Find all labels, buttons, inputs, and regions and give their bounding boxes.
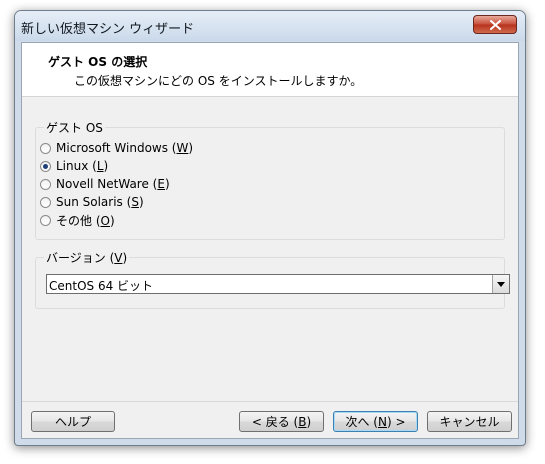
- button-separator: [22, 401, 518, 402]
- page-subtitle: この仮想マシンにどの OS をインストールしますか。: [74, 74, 363, 88]
- radio-label: Microsoft Windows (W): [56, 141, 194, 155]
- help-button[interactable]: ヘルプ: [31, 411, 115, 432]
- radio-button-selected[interactable]: [40, 160, 51, 172]
- page-title: ゲスト OS の選択: [48, 55, 148, 69]
- version-select-value: CentOS 64 ビット: [49, 279, 154, 293]
- wizard-header: ゲスト OS の選択 この仮想マシンにどの OS をインストールしますか。: [22, 43, 518, 97]
- chevron-down-icon: [497, 281, 505, 287]
- radio-button[interactable]: [40, 196, 51, 208]
- radio-label: Novell NetWare (E): [56, 177, 170, 191]
- close-button[interactable]: [473, 15, 517, 34]
- window-title: 新しい仮想マシン ウィザード: [21, 22, 195, 37]
- radio-button[interactable]: [40, 214, 51, 226]
- help-button-label: ヘルプ: [54, 415, 91, 429]
- cancel-button[interactable]: キャンセル: [427, 411, 512, 432]
- close-icon: [489, 19, 501, 30]
- next-button-label: 次へ (N) >: [345, 415, 406, 429]
- radio-button[interactable]: [40, 142, 51, 154]
- radio-label: Linux (L): [56, 159, 109, 173]
- radio-label: その他 (O): [56, 213, 115, 228]
- radio-other[interactable]: その他 (O): [40, 212, 115, 228]
- radio-label: Sun Solaris (S): [56, 195, 144, 209]
- radio-sun-solaris[interactable]: Sun Solaris (S): [40, 194, 144, 210]
- dialog-client: ゲスト OS の選択 この仮想マシンにどの OS をインストールしますか。 ゲス…: [21, 42, 519, 439]
- back-button-label: < 戻る (B): [251, 415, 312, 429]
- next-button[interactable]: 次へ (N) >: [333, 411, 418, 432]
- version-group: バージョン (V) CentOS 64 ビット: [35, 249, 510, 309]
- guest-os-group-label: ゲスト OS: [44, 119, 105, 136]
- radio-button[interactable]: [40, 178, 51, 190]
- version-select[interactable]: CentOS 64 ビット: [46, 274, 510, 294]
- title-bar[interactable]: 新しい仮想マシン ウィザード: [15, 11, 525, 41]
- wizard-window: 新しい仮想マシン ウィザード ゲスト OS の選択 この仮想マシンにどの OS …: [14, 10, 526, 446]
- version-dropdown-button[interactable]: [492, 275, 509, 293]
- radio-microsoft-windows[interactable]: Microsoft Windows (W): [40, 140, 193, 156]
- cancel-button-label: キャンセル: [439, 415, 500, 429]
- back-button[interactable]: < 戻る (B): [239, 411, 324, 432]
- guest-os-group: ゲスト OS Microsoft Windows (W) Linux (L) N…: [35, 119, 505, 240]
- radio-novell-netware[interactable]: Novell NetWare (E): [40, 176, 170, 192]
- radio-linux[interactable]: Linux (L): [40, 158, 108, 174]
- version-group-label: バージョン (V): [44, 249, 130, 266]
